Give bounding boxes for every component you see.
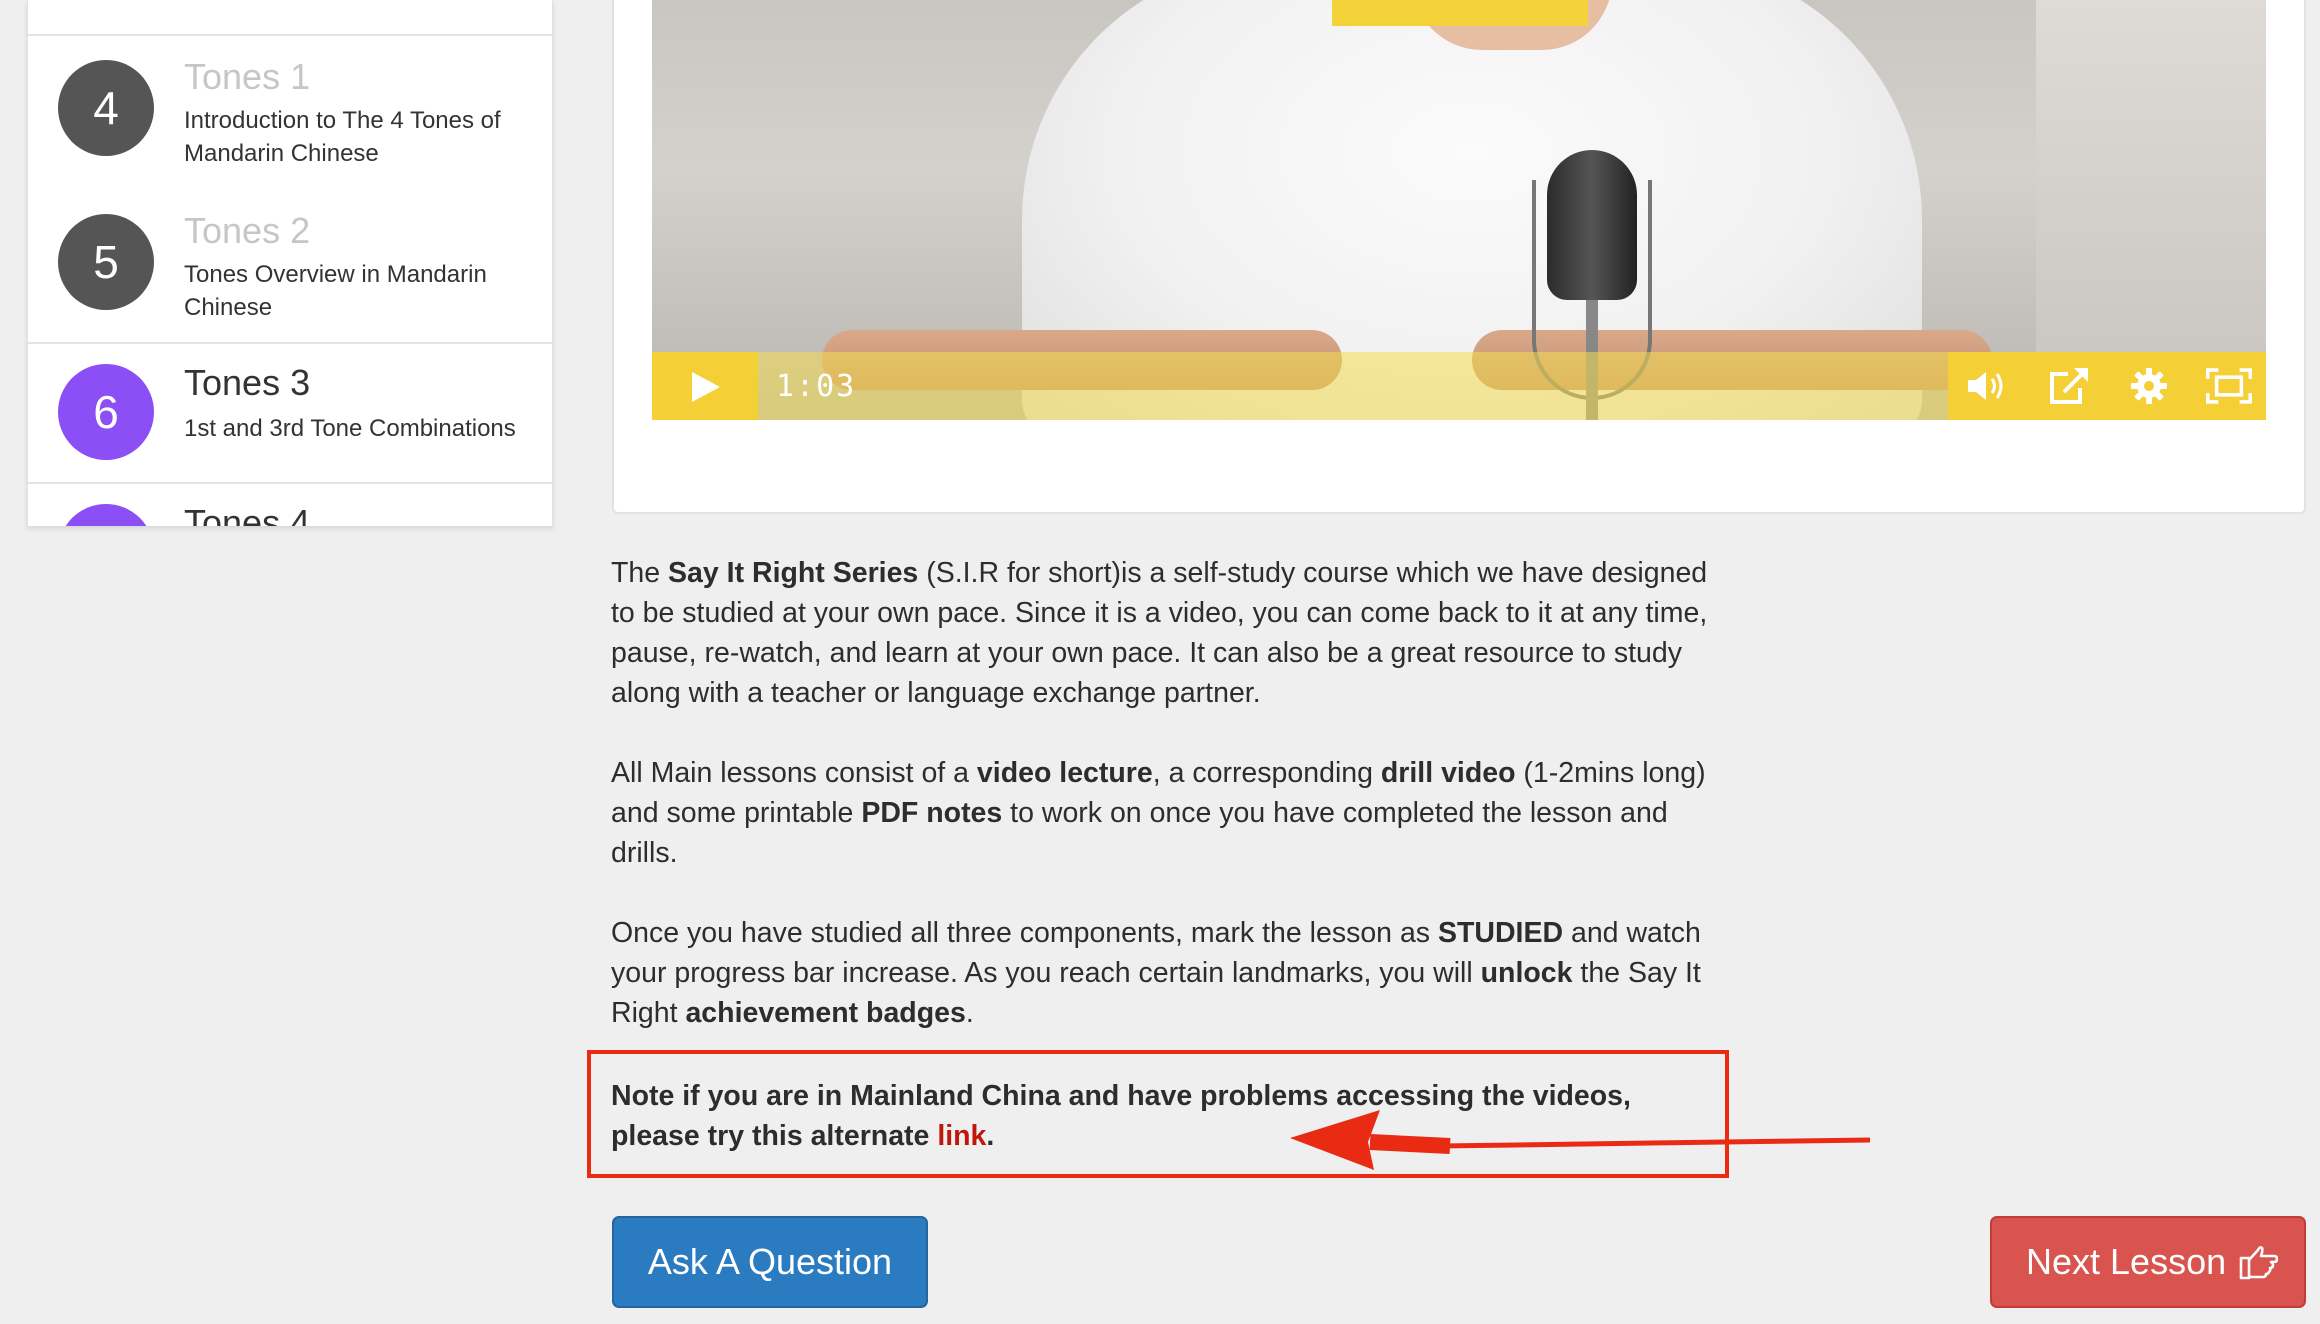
description-paragraph-2: All Main lessons consist of a video lect… bbox=[611, 757, 1706, 869]
lesson-description: Introduction to The 4 Tones of Mandarin … bbox=[184, 107, 501, 167]
lesson-number-badge: 4 bbox=[58, 60, 154, 156]
next-lesson-button[interactable]: Next Lesson bbox=[1990, 1216, 2306, 1308]
lesson-item-tones-1[interactable]: 4 Tones 1 Introduction to The 4 Tones of… bbox=[28, 36, 552, 192]
description-paragraph-1: The Say It Right Series (S.I.R for short… bbox=[611, 557, 1708, 709]
lesson-description-text: The Say It Right Series (S.I.R for short… bbox=[611, 553, 1721, 1073]
lesson-item-previous[interactable] bbox=[28, 0, 552, 36]
lesson-number-badge: 5 bbox=[58, 214, 154, 310]
play-icon bbox=[692, 372, 720, 402]
play-button[interactable] bbox=[652, 352, 758, 420]
lesson-description: Tones Overview in Mandarin Chinese bbox=[184, 261, 487, 321]
lesson-number-badge-active: 6 bbox=[58, 364, 154, 460]
lesson-number-badge-active bbox=[58, 504, 154, 526]
next-lesson-label: Next Lesson bbox=[2026, 1241, 2227, 1282]
lesson-item-tones-2[interactable]: 5 Tones 2 Tones Overview in Mandarin Chi… bbox=[28, 190, 552, 344]
video-controls-bar: 1:03 bbox=[652, 352, 2266, 420]
lesson-item-tones-4[interactable]: Tones 4 bbox=[28, 484, 552, 526]
share-icon[interactable] bbox=[2046, 364, 2092, 408]
volume-icon[interactable] bbox=[1964, 364, 2010, 408]
microphone bbox=[1547, 150, 1637, 300]
lesson-sidebar: 4 Tones 1 Introduction to The 4 Tones of… bbox=[27, 0, 553, 526]
lesson-title: Tones 3 bbox=[184, 362, 311, 403]
annotation-arrow-icon bbox=[1290, 1110, 1871, 1170]
video-controls-right bbox=[1948, 352, 2266, 420]
lesson-title: Tones 4 bbox=[184, 502, 311, 526]
hand-pointer-icon bbox=[2239, 1246, 2278, 1280]
ask-question-button[interactable]: Ask A Question bbox=[612, 1216, 928, 1308]
fullscreen-icon[interactable] bbox=[2206, 364, 2252, 408]
settings-icon[interactable] bbox=[2126, 364, 2172, 408]
video-frame-tag bbox=[1332, 0, 1588, 26]
alternate-video-link[interactable]: link bbox=[937, 1120, 986, 1152]
lesson-description: 1st and 3rd Tone Combinations bbox=[184, 415, 516, 442]
lesson-title: Tones 2 bbox=[184, 210, 311, 251]
video-timecode: 1:03 bbox=[776, 369, 857, 404]
lesson-item-tones-3[interactable]: 6 Tones 3 1st and 3rd Tone Combinations bbox=[28, 344, 552, 484]
video-player[interactable]: 1:03 bbox=[652, 0, 2266, 420]
lesson-title: Tones 1 bbox=[184, 56, 311, 97]
description-paragraph-3: Once you have studied all three componen… bbox=[611, 917, 1701, 1029]
